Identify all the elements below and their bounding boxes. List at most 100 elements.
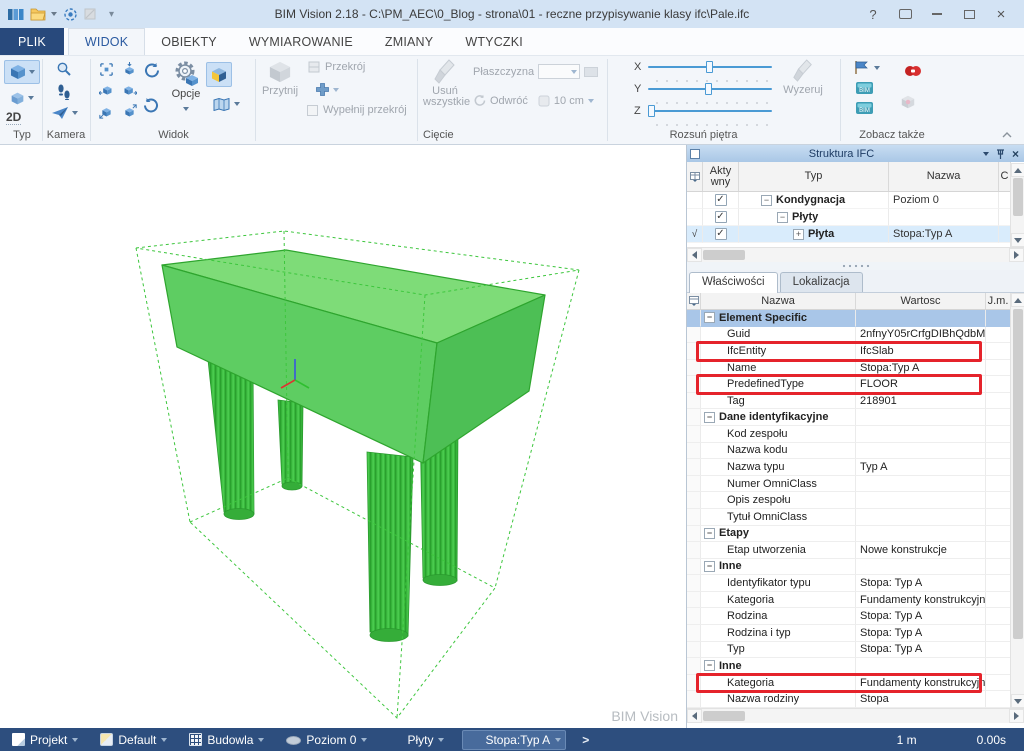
property-row[interactable]: Tytuł OmniClass	[687, 509, 1011, 526]
walk-button[interactable]	[52, 82, 76, 102]
scroll-left-button[interactable]	[687, 248, 702, 262]
slider-y-track[interactable]	[648, 82, 772, 96]
open-file-icon[interactable]	[30, 7, 47, 21]
panel-splitter[interactable]	[687, 262, 1024, 270]
property-row[interactable]: Name Stopa:Typ A	[687, 360, 1011, 377]
property-row[interactable]: Numer OmniClass	[687, 476, 1011, 493]
breadcrumb-dropdown-caret[interactable]	[361, 738, 367, 742]
ribbon-tab[interactable]: WIDOK	[68, 28, 145, 55]
breadcrumb-dropdown-caret[interactable]	[161, 738, 167, 742]
scroll-down-button[interactable]	[1011, 233, 1024, 247]
collapse-ribbon-button[interactable]	[1002, 132, 1012, 138]
view-side-button[interactable]	[118, 80, 140, 100]
ribbon-tab[interactable]: WTYCZKI	[449, 28, 539, 55]
expand-icon[interactable]: +	[793, 229, 804, 240]
property-row[interactable]: Etap utworzenia Nowe konstrukcje	[687, 542, 1011, 559]
breadcrumb-item[interactable]: Default	[96, 731, 171, 749]
tree-vertical-scrollbar[interactable]	[1010, 163, 1024, 247]
property-row[interactable]: PredefinedType FLOOR	[687, 376, 1011, 393]
property-row[interactable]: Nazwa rodziny Stopa	[687, 691, 1011, 708]
scroll-thumb[interactable]	[703, 711, 745, 721]
pin-icon[interactable]	[996, 149, 1005, 159]
slider-y-handle[interactable]	[705, 83, 712, 95]
active-checkbox[interactable]: ✓	[715, 194, 727, 206]
column-header-wartosc[interactable]: Wartosc	[856, 293, 986, 309]
view-2d-button[interactable]: 2D	[6, 110, 21, 125]
minimize-button[interactable]	[926, 13, 948, 15]
property-row[interactable]: −Etapy	[687, 526, 1011, 543]
view-back-button[interactable]	[118, 101, 140, 121]
scroll-thumb[interactable]	[1013, 178, 1023, 216]
tree-row[interactable]: ✓ − Płyty	[687, 209, 1011, 226]
panel-close-icon[interactable]: ×	[1012, 149, 1019, 159]
ribbon-tab[interactable]: OBIEKTY	[145, 28, 233, 55]
target-icon[interactable]	[63, 7, 78, 22]
tree-row[interactable]: ✓ − Kondygnacja Poziom 0	[687, 192, 1011, 209]
property-row[interactable]: Guid 2nfnyY05rCrfgDIBhQdbMN	[687, 327, 1011, 344]
tree-row[interactable]: √ ✓ + Płyta Stopa:Typ A	[687, 226, 1011, 243]
property-row[interactable]: Identyfikator typu Stopa: Typ A	[687, 575, 1011, 592]
breadcrumb-dropdown-caret[interactable]	[72, 738, 78, 742]
column-header-nazwa[interactable]: Nazwa	[889, 162, 999, 191]
breadcrumb-expand-chevron[interactable]: >	[582, 733, 589, 747]
view-front-button[interactable]	[95, 80, 117, 100]
expand-icon[interactable]: −	[704, 561, 715, 572]
scroll-thumb[interactable]	[1013, 309, 1023, 639]
breadcrumb-dropdown-caret[interactable]	[258, 738, 264, 742]
column-header-nazwa[interactable]: Nazwa	[701, 293, 856, 309]
property-row[interactable]: Kod zespołu	[687, 426, 1011, 443]
tab-wlasciwosci[interactable]: Właściwości	[689, 272, 778, 293]
slider-x-track[interactable]	[648, 60, 772, 74]
open-file-dropdown-caret[interactable]	[51, 12, 57, 16]
color-mode-button[interactable]	[206, 62, 232, 87]
property-row[interactable]: −Element Specific	[687, 310, 1011, 327]
view-iso-button[interactable]	[95, 101, 117, 121]
property-row[interactable]: −Dane identyfikacyjne	[687, 409, 1011, 426]
ribbon-tab[interactable]: ZMIANY	[369, 28, 449, 55]
ribbon-tab[interactable]: WYMIAROWANIE	[233, 28, 369, 55]
ribbon-tab[interactable]: PLIK	[0, 28, 64, 55]
maximize-button[interactable]	[958, 10, 980, 19]
panel-menu-caret[interactable]	[983, 152, 989, 156]
scroll-right-button[interactable]	[1009, 709, 1024, 723]
expand-icon[interactable]: −	[704, 412, 715, 423]
options-button[interactable]: Opcje	[168, 58, 204, 114]
grid-corner-icon[interactable]	[687, 293, 701, 309]
property-row[interactable]: Opis zespołu	[687, 492, 1011, 509]
slider-z-handle[interactable]	[648, 105, 655, 117]
tree-corner-icon[interactable]	[687, 162, 703, 191]
expand-icon[interactable]: −	[704, 312, 715, 323]
flag-button[interactable]	[854, 60, 880, 75]
expand-icon[interactable]: −	[761, 195, 772, 206]
breadcrumb-item[interactable]: Projekt	[8, 731, 82, 749]
zoom-button[interactable]	[52, 59, 76, 79]
fly-button[interactable]	[48, 104, 82, 122]
column-header-jm[interactable]: J.m.	[986, 293, 1011, 309]
expand-icon[interactable]: −	[777, 212, 788, 223]
view-mode-button[interactable]	[4, 88, 40, 108]
slider-x-handle[interactable]	[706, 61, 713, 73]
scroll-up-button[interactable]	[1011, 163, 1024, 177]
rotate-cw-button[interactable]	[141, 95, 161, 115]
bim-panel-button-1[interactable]: BIM	[856, 82, 873, 94]
active-checkbox[interactable]: ✓	[715, 228, 727, 240]
property-row[interactable]: IfcEntity IfcSlab	[687, 343, 1011, 360]
property-row[interactable]: Rodzina i typ Stopa: Typ A	[687, 625, 1011, 642]
add-section-button[interactable]	[315, 82, 339, 97]
close-button[interactable]: ×	[990, 6, 1012, 23]
breadcrumb-item[interactable]: Płyty	[385, 731, 448, 749]
property-row[interactable]: Tag 218901	[687, 393, 1011, 410]
properties-vertical-scrollbar[interactable]	[1010, 293, 1024, 708]
property-row[interactable]: Nazwa kodu	[687, 443, 1011, 460]
3d-viewport[interactable]: BIM Vision	[0, 145, 686, 728]
breadcrumb-item[interactable]: Stopa:Typ A	[462, 730, 566, 750]
property-row[interactable]: −Inne	[687, 658, 1011, 675]
help-button[interactable]: ?	[862, 7, 884, 22]
property-row[interactable]: −Inne	[687, 559, 1011, 576]
tree-horizontal-scrollbar[interactable]	[687, 247, 1024, 262]
active-checkbox[interactable]: ✓	[715, 211, 727, 223]
scroll-up-button[interactable]	[1011, 293, 1024, 307]
map-button[interactable]	[204, 94, 248, 114]
breadcrumb-item[interactable]: Budowla	[185, 731, 268, 749]
scroll-right-button[interactable]	[1009, 248, 1024, 262]
